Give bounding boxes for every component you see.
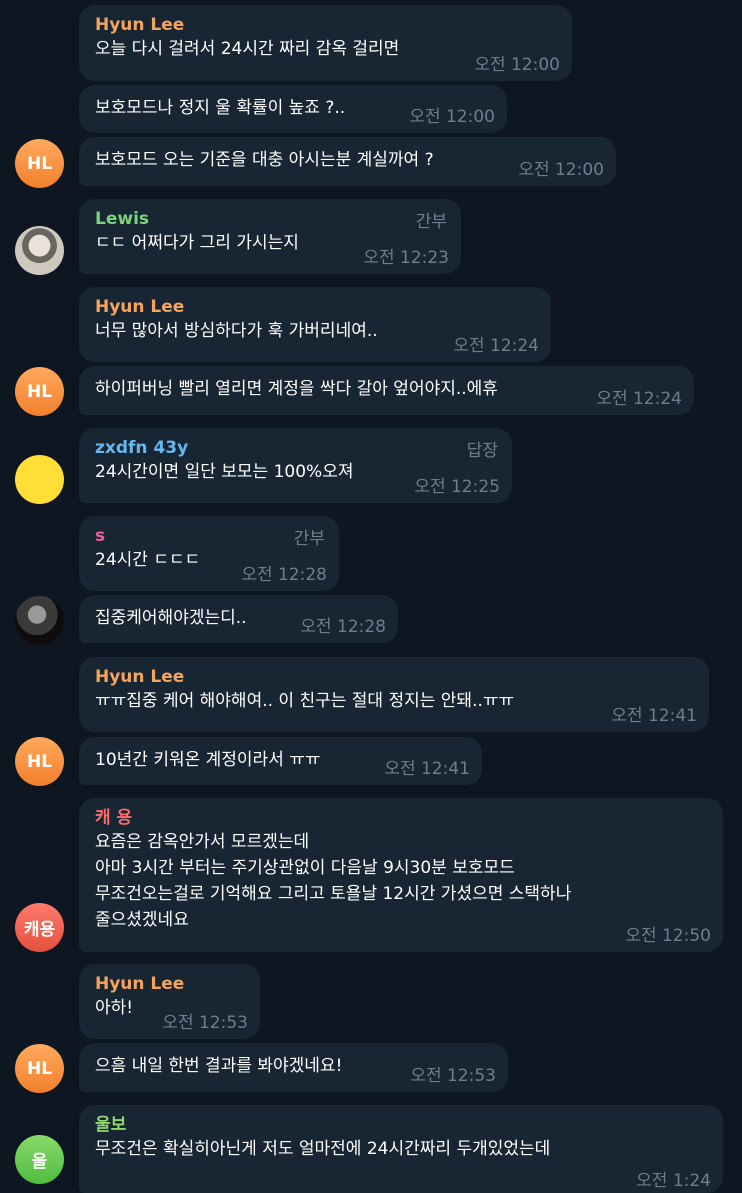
- message-time: 오전 12:25: [414, 477, 500, 497]
- avatar-initials: HL: [26, 153, 53, 174]
- avatar[interactable]: [15, 455, 64, 504]
- message-bubble[interactable]: 캐 용 요즘은 감옥안가서 모르겠는데 아마 3시간 부터는 주기상관없이 다음…: [79, 798, 723, 952]
- message-time: 오전 12:28: [300, 617, 386, 637]
- avatar-initials: HL: [26, 751, 53, 772]
- message-time: 오전 12:53: [162, 1013, 248, 1033]
- message-time: 오전 12:28: [241, 565, 327, 585]
- message-bubble[interactable]: 집중케어해야겠는디.. 오전 12:28: [79, 595, 398, 643]
- message-time: 오전 1:24: [636, 1171, 711, 1191]
- message-bubble[interactable]: Lewis 간부 ㄷㄷ 어쩌다가 그리 가시는지 오전 12:23: [79, 199, 461, 274]
- sender-name[interactable]: Hyun Lee: [95, 973, 248, 995]
- sender-name[interactable]: 캐 용: [95, 807, 711, 829]
- message-time: 오전 12:23: [363, 248, 449, 268]
- message-bubble[interactable]: Hyun Lee 아하! 오전 12:53: [79, 964, 260, 1039]
- avatar[interactable]: HL: [15, 737, 64, 786]
- sender-name[interactable]: s: [95, 525, 327, 547]
- message-bubble[interactable]: 하이퍼버닝 빨리 열리면 계정을 싹다 갈아 엎어야지..에휴 오전 12:24: [79, 366, 694, 415]
- message-bubble[interactable]: Hyun Lee ㅠㅠ집중 케어 해야해여.. 이 친구는 절대 정지는 안돼.…: [79, 657, 709, 732]
- message-bubble[interactable]: Hyun Lee 오늘 다시 걸려서 24시간 짜리 감옥 걸리면 오전 12:…: [79, 5, 572, 81]
- avatar-initials: HL: [26, 1058, 53, 1079]
- message-text: ㅠㅠ집중 케어 해야해여.. 이 친구는 절대 정지는 안돼..ㅠㅠ: [95, 691, 515, 711]
- message-bubble[interactable]: 보호모드 오는 기준을 대충 아시는분 계실까여 ? 오전 12:00: [79, 137, 616, 186]
- avatar[interactable]: 캐용: [15, 903, 64, 952]
- message-bubble[interactable]: 보호모드나 정지 울 확률이 높죠 ?.. 오전 12:00: [79, 85, 507, 133]
- sender-name[interactable]: zxdfn 43y: [95, 437, 500, 459]
- sender-name[interactable]: Hyun Lee: [95, 296, 539, 318]
- admin-tag: 간부: [415, 212, 447, 232]
- message-time: 오전 12:53: [410, 1066, 496, 1086]
- admin-tag: 간부: [293, 529, 325, 549]
- message-time: 오전 12:24: [453, 336, 539, 356]
- message-time: 오전 12:00: [409, 107, 495, 127]
- message-bubble[interactable]: zxdfn 43y 답장 24시간이면 일단 보모는 100%오져 오전 12:…: [79, 428, 512, 503]
- sender-name[interactable]: Hyun Lee: [95, 666, 697, 688]
- message-bubble[interactable]: 10년간 키워온 계정이라서 ㅠㅠ 오전 12:41: [79, 737, 482, 785]
- message-time: 오전 12:00: [518, 160, 604, 180]
- message-time: 오전 12:24: [596, 389, 682, 409]
- message-bubble[interactable]: 울보 무조건은 확실히아닌게 저도 얼마전에 24시간짜리 두개있었는데 오전 …: [79, 1105, 723, 1193]
- message-text: 무조건은 확실히아닌게 저도 얼마전에 24시간짜리 두개있었는데: [95, 1139, 551, 1159]
- avatar[interactable]: HL: [15, 139, 64, 188]
- avatar[interactable]: HL: [15, 367, 64, 416]
- message-time: 오전 12:41: [384, 759, 470, 779]
- avatar[interactable]: HL: [15, 1044, 64, 1093]
- user-photo-icon[interactable]: [15, 596, 64, 645]
- sender-name[interactable]: Lewis: [95, 208, 449, 230]
- message-time: 오전 12:41: [611, 706, 697, 726]
- message-text: 하이퍼버닝 빨리 열리면 계정을 싹다 갈아 엎어야지..에휴: [95, 379, 498, 399]
- reply-tag[interactable]: 답장: [467, 436, 498, 461]
- message-bubble[interactable]: 으흠 내일 한번 결과를 봐야겠네요! 오전 12:53: [79, 1043, 508, 1092]
- message-bubble[interactable]: s 간부 24시간 ㄷㄷㄷ 오전 12:28: [79, 516, 339, 591]
- sender-name[interactable]: Hyun Lee: [95, 14, 560, 36]
- avatar-initials: HL: [26, 381, 53, 402]
- sender-name[interactable]: 울보: [95, 1114, 711, 1136]
- message-text: 요즘은 감옥안가서 모르겠는데 아마 3시간 부터는 주기상관없이 다음날 9시…: [95, 832, 572, 930]
- user-photo-icon[interactable]: [15, 226, 64, 275]
- message-time: 오전 12:50: [625, 926, 711, 946]
- avatar[interactable]: 울: [15, 1135, 64, 1184]
- avatar-initials: 울: [31, 1152, 48, 1172]
- avatar-initials: 캐용: [23, 920, 56, 940]
- message-bubble[interactable]: Hyun Lee 너무 많아서 방심하다가 훅 가버리네여.. 오전 12:24: [79, 287, 551, 362]
- message-time: 오전 12:00: [474, 55, 560, 75]
